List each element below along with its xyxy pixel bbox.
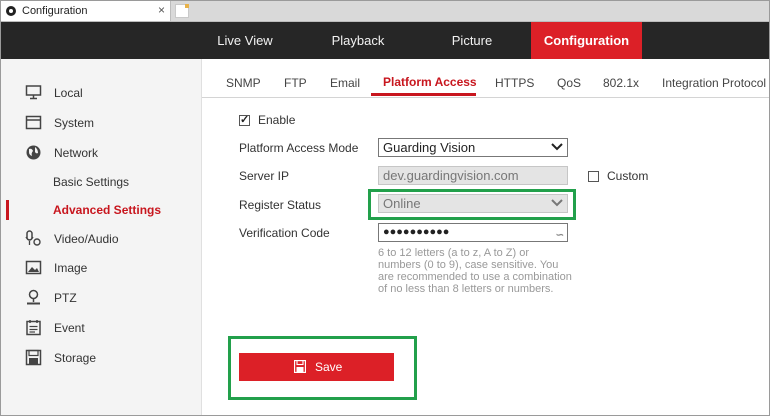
sidebar-item-system[interactable]: System bbox=[1, 112, 201, 134]
sidebar-item-label: Advanced Settings bbox=[53, 203, 162, 217]
enable-checkbox[interactable] bbox=[239, 113, 250, 126]
save-icon bbox=[294, 360, 306, 373]
sidebar-item-label: System bbox=[54, 116, 95, 130]
verification-code-label: Verification Code bbox=[239, 226, 330, 240]
register-status-label: Register Status bbox=[239, 198, 322, 212]
save-button[interactable]: Save bbox=[239, 353, 394, 381]
tab-ftp[interactable]: FTP bbox=[284, 76, 307, 90]
sidebar-item-label: Local bbox=[54, 86, 83, 100]
active-tab-indicator bbox=[371, 93, 476, 96]
verification-code-value: ●●●●●●●●●● bbox=[383, 226, 450, 238]
sidebar-item-label: Image bbox=[54, 261, 88, 275]
video-audio-icon bbox=[25, 230, 41, 246]
sidebar-item-event[interactable]: Event bbox=[1, 317, 201, 339]
sidebar-item-local[interactable]: Local bbox=[1, 82, 201, 104]
sidebar-item-label: Basic Settings bbox=[53, 175, 130, 189]
platform-access-mode-value: Guarding Vision bbox=[383, 140, 476, 155]
storage-icon bbox=[25, 349, 42, 366]
sidebar-item-storage[interactable]: Storage bbox=[1, 347, 201, 369]
server-ip-label: Server IP bbox=[239, 169, 290, 183]
sidebar-item-video-audio[interactable]: Video/Audio bbox=[1, 228, 201, 250]
sidebar-item-advanced-settings[interactable]: Advanced Settings bbox=[1, 199, 201, 221]
globe-icon bbox=[26, 145, 41, 160]
tab-802-1x[interactable]: 802.1x bbox=[603, 76, 639, 90]
system-icon bbox=[25, 115, 42, 130]
tab-snmp[interactable]: SNMP bbox=[226, 76, 261, 90]
browser-tab-strip: Configuration × bbox=[1, 1, 769, 22]
browser-tab[interactable]: Configuration × bbox=[1, 1, 171, 21]
save-button-label: Save bbox=[315, 360, 343, 374]
camera-favicon-icon bbox=[6, 6, 16, 16]
custom-checkbox[interactable] bbox=[588, 171, 599, 182]
chevron-down-icon bbox=[551, 143, 563, 151]
server-ip-value: dev.guardingvision.com bbox=[383, 168, 519, 183]
top-nav: Live View Playback Picture Configuration bbox=[1, 22, 769, 59]
sidebar-item-label: PTZ bbox=[54, 291, 77, 305]
sidebar-item-image[interactable]: Image bbox=[1, 257, 201, 279]
verification-code-field[interactable]: ●●●●●●●●●● ∽ bbox=[378, 223, 568, 242]
register-status-highlight bbox=[368, 189, 576, 220]
sidebar-item-label: Video/Audio bbox=[54, 232, 119, 246]
tab-qos[interactable]: QoS bbox=[557, 76, 581, 90]
sub-tab-bar: SNMP FTP Email Platform Access HTTPS QoS… bbox=[202, 59, 769, 98]
verification-code-hint: 6 to 12 letters (a to z, A to Z) or numb… bbox=[378, 247, 572, 295]
enable-label: Enable bbox=[258, 113, 296, 127]
nav-playback[interactable]: Playback bbox=[319, 22, 397, 59]
tab-https[interactable]: HTTPS bbox=[495, 76, 534, 90]
tab-integration-protocol[interactable]: Integration Protocol bbox=[662, 76, 766, 90]
hide-password-icon[interactable]: ∽ bbox=[556, 227, 564, 244]
main-panel: SNMP FTP Email Platform Access HTTPS QoS… bbox=[202, 59, 769, 415]
platform-access-mode-select[interactable]: Guarding Vision bbox=[378, 138, 568, 157]
sidebar-item-label: Network bbox=[54, 146, 99, 160]
event-icon bbox=[26, 320, 41, 336]
new-tab-button[interactable] bbox=[175, 4, 189, 18]
nav-live-view[interactable]: Live View bbox=[206, 22, 284, 59]
sidebar-item-basic-settings[interactable]: Basic Settings bbox=[1, 171, 201, 193]
sidebar-item-label: Storage bbox=[54, 351, 97, 365]
ptz-icon bbox=[27, 289, 40, 305]
platform-access-mode-label: Platform Access Mode bbox=[239, 141, 359, 155]
sidebar: Local System Network Basic Settings Adva… bbox=[1, 59, 202, 415]
server-ip-field[interactable]: dev.guardingvision.com bbox=[378, 166, 568, 185]
sidebar-item-label: Event bbox=[54, 321, 85, 335]
tab-title: Configuration bbox=[22, 5, 88, 17]
tab-platform-access[interactable]: Platform Access bbox=[383, 75, 477, 89]
nav-picture[interactable]: Picture bbox=[433, 22, 511, 59]
browser-window: Configuration × Live View Playback Pictu… bbox=[0, 0, 770, 416]
sidebar-item-ptz[interactable]: PTZ bbox=[1, 287, 201, 309]
image-icon bbox=[25, 260, 42, 275]
custom-label: Custom bbox=[607, 169, 649, 183]
monitor-icon bbox=[25, 85, 42, 100]
tab-close-icon[interactable]: × bbox=[158, 3, 165, 17]
nav-configuration[interactable]: Configuration bbox=[531, 22, 642, 59]
tab-email[interactable]: Email bbox=[330, 76, 360, 90]
sidebar-item-network[interactable]: Network bbox=[1, 142, 201, 164]
